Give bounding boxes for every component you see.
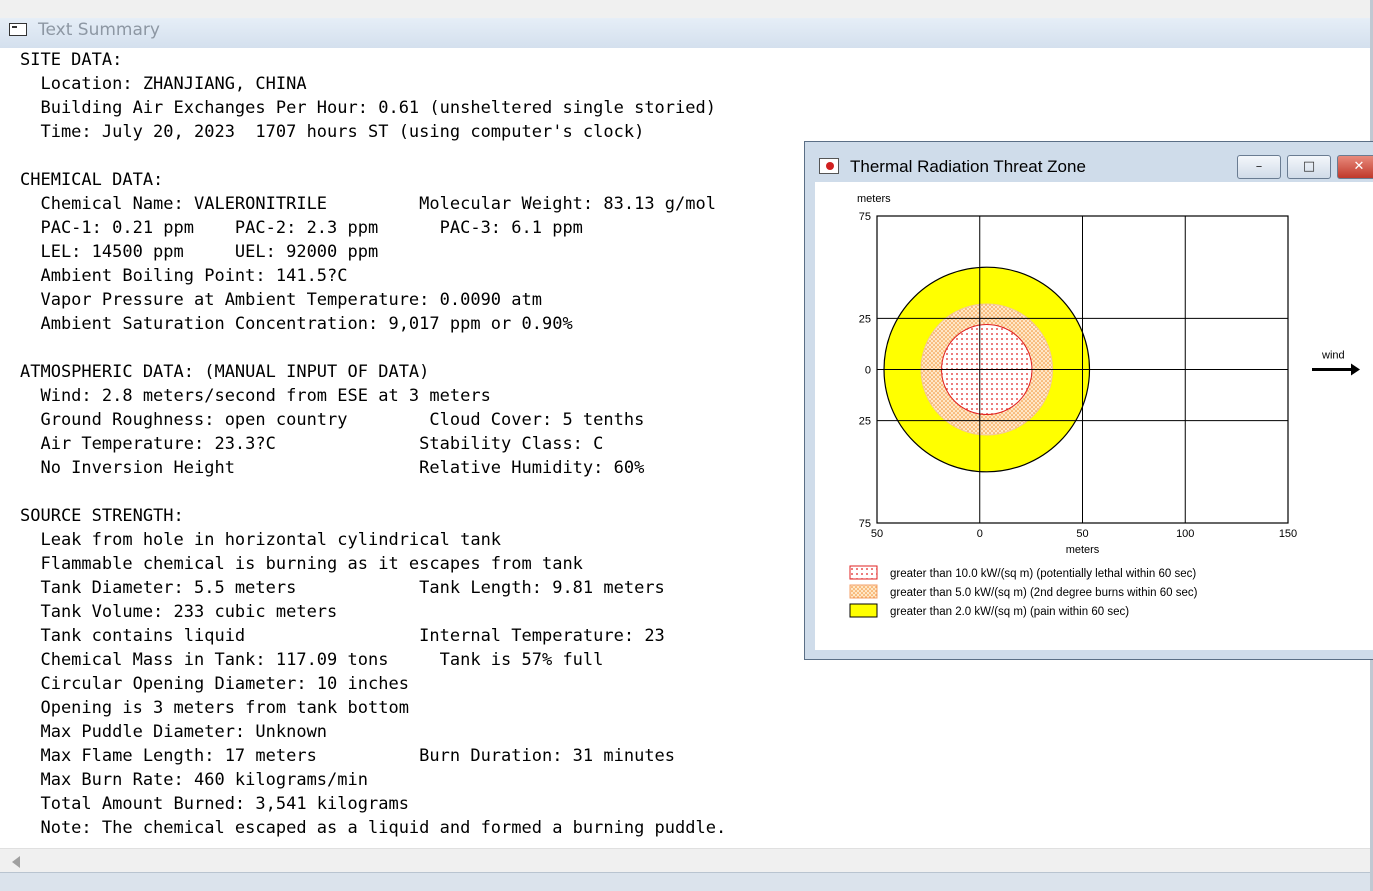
x-tick-label: 100 <box>1176 528 1194 540</box>
text-summary-titlebar[interactable]: Text Summary <box>0 18 1373 48</box>
summary-line: Time: July 20, 2023 1707 hours ST (using… <box>20 122 645 142</box>
summary-line: SOURCE STRENGTH: <box>20 506 184 526</box>
summary-line: Max Burn Rate: 460 kilograms/min <box>20 770 368 790</box>
maximize-button[interactable]: □ <box>1287 155 1331 179</box>
summary-line: Vapor Pressure at Ambient Temperature: 0… <box>20 290 542 310</box>
summary-line: Tank contains liquid Internal Temperatur… <box>20 626 665 646</box>
summary-line: PAC-1: 0.21 ppm PAC-2: 2.3 ppm PAC-3: 6.… <box>20 218 583 238</box>
legend-label: greater than 5.0 kW/(sq m) (2nd degree b… <box>890 587 1198 599</box>
summary-line: Flammable chemical is burning as it esca… <box>20 554 583 574</box>
legend-label: greater than 10.0 kW/(sq m) (potentially… <box>890 568 1196 580</box>
y-axis-label: meters <box>857 193 891 205</box>
scroll-left-icon[interactable] <box>12 856 20 868</box>
y-tick-label: 25 <box>859 416 871 428</box>
summary-line: Circular Opening Diameter: 10 inches <box>20 674 409 694</box>
summary-line: Building Air Exchanges Per Hour: 0.61 (u… <box>20 98 716 118</box>
text-window-icon <box>9 23 27 36</box>
summary-line: Chemical Mass in Tank: 117.09 tons Tank … <box>20 650 604 670</box>
summary-line: Max Puddle Diameter: Unknown <box>20 722 328 742</box>
y-tick-label: 75 <box>859 518 871 530</box>
summary-line: Tank Diameter: 5.5 meters Tank Length: 9… <box>20 578 665 598</box>
bottom-frame <box>0 872 1373 891</box>
summary-line: Leak from hole in horizontal cylindrical… <box>20 530 502 550</box>
summary-line: ATMOSPHERIC DATA: (MANUAL INPUT OF DATA) <box>20 362 430 382</box>
close-button[interactable]: ✕ <box>1337 155 1373 179</box>
window-top-strip <box>0 0 1373 19</box>
y-tick-label: 0 <box>865 365 871 377</box>
summary-line: Wind: 2.8 meters/second from ESE at 3 me… <box>20 386 491 406</box>
legend-label: greater than 2.0 kW/(sq m) (pain within … <box>890 606 1129 618</box>
summary-line: Tank Volume: 233 cubic meters <box>20 602 338 622</box>
summary-line: CHEMICAL DATA: <box>20 170 164 190</box>
legend-swatch-yellow <box>849 603 878 618</box>
threat-zone-chart: 50 0 50 100 150 75 25 0 25 75 meters meters wind grea… <box>849 193 1360 618</box>
y-tick-label: 75 <box>859 211 871 223</box>
horizontal-scrollbar[interactable] <box>0 848 1370 873</box>
x-tick-label: 50 <box>871 528 883 540</box>
threat-zone-window[interactable]: Thermal Radiation Threat Zone – □ ✕ 50 0 5… <box>804 141 1373 660</box>
x-tick-label: 0 <box>977 528 983 540</box>
summary-line: LEL: 14500 ppm UEL: 92000 ppm <box>20 242 379 262</box>
y-tick-label: 25 <box>859 313 871 325</box>
summary-line: Total Amount Burned: 3,541 kilograms <box>20 794 409 814</box>
threat-zone-title: Thermal Radiation Threat Zone <box>850 157 1086 176</box>
threat-zone-icon <box>819 158 839 174</box>
summary-line: Chemical Name: VALERONITRILE Molecular W… <box>20 194 716 214</box>
x-tick-label: 150 <box>1279 528 1297 540</box>
minimize-button[interactable]: – <box>1237 155 1281 179</box>
x-tick-label: 50 <box>1076 528 1088 540</box>
summary-line: Ambient Boiling Point: 141.5?C <box>20 266 348 286</box>
summary-line: Max Flame Length: 17 meters Burn Duratio… <box>20 746 676 766</box>
summary-line: Ground Roughness: open country Cloud Cov… <box>20 410 645 430</box>
legend-swatch-red <box>849 565 878 580</box>
summary-line: Ambient Saturation Concentration: 9,017 … <box>20 314 573 334</box>
summary-line: Air Temperature: 23.3?C Stability Class:… <box>20 434 604 454</box>
legend-swatch-orange <box>849 584 878 599</box>
summary-line: SITE DATA: <box>20 50 123 70</box>
summary-line: Location: ZHANJIANG, CHINA <box>20 74 307 94</box>
threat-zone-plot-area: 50 0 50 100 150 75 25 0 25 75 meters meters wind grea… <box>815 182 1373 650</box>
wind-label: wind <box>1321 350 1345 362</box>
summary-line: No Inversion Height Relative Humidity: 6… <box>20 458 645 478</box>
window-title: Text Summary <box>38 20 160 40</box>
summary-line: Note: The chemical escaped as a liquid a… <box>20 818 727 838</box>
x-axis-label: meters <box>1066 544 1100 556</box>
wind-arrow-icon <box>1351 363 1360 376</box>
summary-line: Opening is 3 meters from tank bottom <box>20 698 409 718</box>
